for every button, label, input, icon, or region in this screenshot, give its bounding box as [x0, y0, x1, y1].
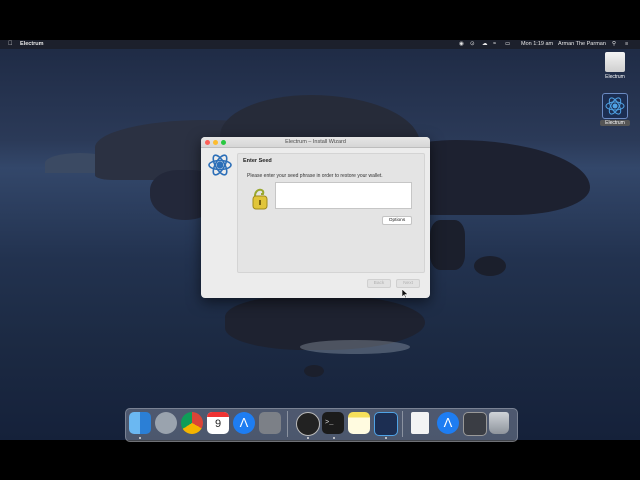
obs-icon[interactable]: [296, 412, 320, 436]
electrum-app-label: Electrum: [600, 120, 630, 126]
app-store-icon[interactable]: Λ: [233, 412, 255, 434]
screenshot-icon[interactable]: [463, 412, 487, 436]
letterbox-bottom: [0, 440, 640, 480]
island-rock: [430, 220, 465, 270]
control-center-icon[interactable]: ≡: [625, 40, 628, 49]
document-icon[interactable]: [411, 412, 429, 434]
page-title: Enter Seed: [243, 158, 272, 164]
spotlight-icon[interactable]: ⚲: [612, 40, 616, 49]
close-button[interactable]: [205, 139, 210, 145]
app-store-folder-icon[interactable]: Λ: [437, 412, 459, 434]
wizard-panel: Enter Seed Please enter your seed phrase…: [237, 153, 425, 273]
seed-prompt: Please enter your seed phrase in order t…: [247, 173, 383, 179]
menubar-user[interactable]: Arman The Parman: [558, 40, 606, 49]
drive-icon: [605, 52, 625, 72]
system-preferences-icon[interactable]: [259, 412, 281, 434]
surf: [300, 340, 410, 354]
finder-icon[interactable]: [129, 412, 151, 434]
running-indicator: [307, 437, 309, 439]
status-icon[interactable]: ◉: [459, 40, 464, 49]
seed-lock-icon: [251, 184, 269, 212]
calendar-day: 9: [214, 418, 222, 430]
electrum-logo-icon: [207, 152, 233, 178]
window-title: Electrum – Install Wizard: [285, 139, 346, 145]
dock-divider-2: [402, 411, 403, 437]
back-button[interactable]: Back: [367, 279, 391, 288]
sea-rock: [474, 256, 506, 276]
install-wizard-window: Electrum – Install Wizard Enter Seed Ple…: [201, 137, 430, 298]
running-indicator: [139, 437, 141, 439]
next-button[interactable]: Next: [396, 279, 420, 288]
options-button[interactable]: Options: [382, 216, 412, 225]
trash-icon[interactable]: [489, 412, 509, 434]
launchpad-icon[interactable]: [155, 412, 177, 434]
running-indicator: [385, 437, 387, 439]
running-indicator: [333, 437, 335, 439]
electrum-desktop-item[interactable]: Electrum: [600, 93, 630, 126]
menubar-clock[interactable]: Mon 1:19 am: [521, 40, 553, 49]
drive-desktop-item[interactable]: Electrum: [600, 52, 630, 80]
zoom-button[interactable]: [221, 139, 226, 145]
small-rock: [304, 365, 324, 377]
app-menu[interactable]: Electrum: [20, 40, 44, 49]
wifi-icon[interactable]: ≈: [493, 40, 496, 49]
battery-icon[interactable]: ▭: [505, 40, 510, 49]
letterbox-top: [0, 0, 640, 40]
dock-divider: [287, 411, 288, 437]
minimize-button[interactable]: [213, 139, 218, 145]
electrum-icon[interactable]: [374, 412, 398, 436]
apple-menu-icon[interactable]: : [8, 40, 13, 49]
notes-icon[interactable]: [348, 412, 370, 434]
seed-input[interactable]: [275, 182, 412, 209]
electrum-app-icon: [602, 93, 628, 119]
status-icon-2[interactable]: ⊙: [470, 40, 475, 49]
calendar-icon[interactable]: 9: [207, 412, 229, 434]
menu-bar:  Electrum ◉ ⊙ ☁ ≈ ▭ Mon 1:19 am Arman T…: [0, 40, 640, 49]
window-titlebar[interactable]: Electrum – Install Wizard: [201, 137, 430, 148]
terminal-icon[interactable]: >_: [322, 412, 344, 434]
drive-label: Electrum: [605, 74, 625, 80]
mouse-cursor: [401, 285, 409, 299]
chrome-icon[interactable]: [181, 412, 203, 434]
cloud-icon[interactable]: ☁: [482, 40, 488, 49]
